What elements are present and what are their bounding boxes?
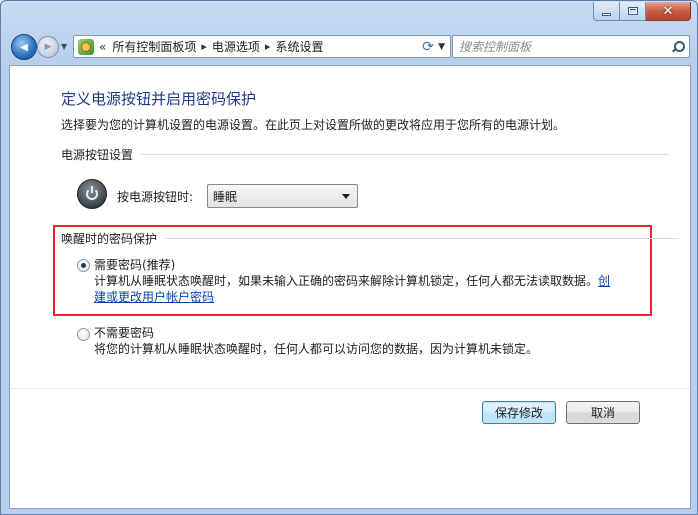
section-heading-text: 电源按钮设置	[61, 148, 134, 162]
cancel-button[interactable]: 取消	[566, 401, 640, 424]
arrow-left-icon: ◀	[20, 41, 28, 53]
wake-password-section-heading: 唤醒时的密码保护	[61, 230, 680, 247]
arrow-right-icon: ▶	[44, 42, 52, 52]
content-pane: 定义电源按钮并启用密码保护 选择要为您的计算机设置的电源设置。在此页上对设置所做…	[9, 65, 691, 509]
no-password-label[interactable]: 不需要密码	[94, 324, 154, 341]
change-password-link-start[interactable]: 创	[598, 274, 610, 288]
require-password-description-text: 计算机从睡眠状态唤醒时，如果未输入正确的密码来解除计算机锁定，任何人都无法读取数…	[94, 274, 599, 288]
navigation-bar: ◀ ▶ ▼ « 所有控制面板项 ▸ 电源选项 ▸ 系统设置 ▼ ⟳ 搜索控制面板	[9, 31, 690, 63]
breadcrumb-all-items[interactable]: 所有控制面板项	[112, 38, 196, 55]
require-password-label[interactable]: 需要密码(推荐)	[94, 256, 175, 273]
change-password-link[interactable]: 建或更改用户帐户密码	[94, 290, 214, 304]
footer-divider	[10, 388, 690, 389]
control-panel-icon	[78, 38, 94, 55]
page-description: 选择要为您的计算机设置的电源设置。在此页上对设置所做的更改将应用于您所有的电源计…	[61, 118, 566, 132]
chevron-down-icon	[342, 193, 350, 199]
breadcrumb-overflow[interactable]: «	[99, 40, 106, 54]
section-divider	[165, 238, 680, 239]
search-input[interactable]: 搜索控制面板	[459, 38, 531, 55]
power-symbol-icon	[86, 186, 98, 200]
no-password-description: 将您的计算机从睡眠状态唤醒时，任何人都可以访问您的数据，因为计算机未锁定。	[94, 342, 539, 356]
section-divider	[141, 154, 670, 155]
breadcrumb-power-options[interactable]: 电源选项	[212, 38, 260, 55]
close-icon: ✕	[662, 3, 674, 19]
page-title: 定义电源按钮并启用密码保护	[61, 90, 257, 108]
require-password-radio[interactable]	[77, 259, 90, 272]
back-button[interactable]: ◀	[11, 34, 37, 60]
address-bar[interactable]: « 所有控制面板项 ▸ 电源选项 ▸ 系统设置 ▼	[73, 35, 451, 58]
radio-selected-dot	[81, 263, 86, 268]
minimize-button[interactable]	[593, 2, 620, 21]
breadcrumb-separator-icon[interactable]: ▸	[265, 40, 271, 53]
power-icon	[77, 179, 107, 209]
breadcrumb-system-settings[interactable]: 系统设置	[275, 38, 323, 55]
recent-pages-dropdown[interactable]: ▼	[61, 42, 67, 51]
power-button-section-heading: 电源按钮设置	[61, 146, 670, 163]
caption-buttons: ✕	[593, 2, 691, 21]
power-button-action-select[interactable]: 睡眠	[207, 184, 358, 208]
window-frame: ✕ ◀ ▶ ▼ « 所有控制面板项 ▸ 电源选项 ▸ 系统设置 ▼ ⟳ 搜索控制…	[0, 0, 698, 515]
minimize-icon	[602, 12, 611, 16]
press-power-button-label: 按电源按钮时:	[117, 190, 194, 204]
save-button[interactable]: 保存修改	[482, 401, 556, 424]
section-heading-text: 唤醒时的密码保护	[61, 232, 158, 246]
search-box[interactable]: 搜索控制面板	[452, 35, 690, 58]
maximize-button[interactable]	[620, 2, 646, 21]
refresh-button[interactable]: ⟳	[415, 35, 441, 58]
select-value: 睡眠	[213, 189, 238, 204]
require-password-description: 计算机从睡眠状态唤醒时，如果未输入正确的密码来解除计算机锁定，任何人都无法读取数…	[94, 273, 634, 305]
no-password-radio[interactable]	[77, 328, 90, 341]
refresh-icon: ⟳	[422, 38, 434, 55]
breadcrumb-separator-icon[interactable]: ▸	[201, 40, 207, 53]
close-button[interactable]: ✕	[646, 2, 691, 21]
maximize-icon	[627, 7, 638, 15]
forward-button[interactable]: ▶	[37, 36, 59, 58]
search-icon[interactable]	[672, 41, 685, 52]
